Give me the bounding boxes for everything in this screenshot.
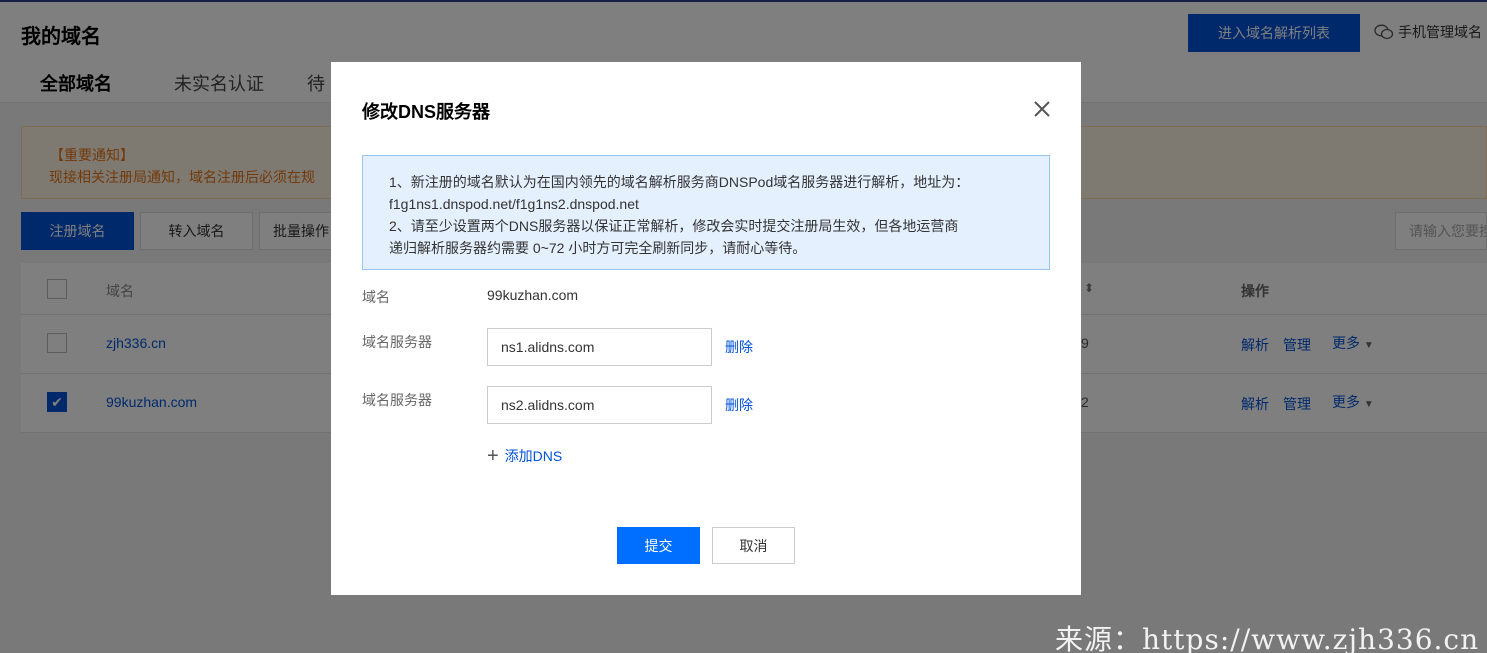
dialog-title: 修改DNS服务器 [362,102,491,122]
source-watermark: 来源：https://www.zjh336.cn [1055,623,1480,653]
nameserver-label: 域名服务器 [362,334,432,350]
dns-info-box: 1、新注册的域名默认为在国内领先的域名解析服务商DNSPod域名服务器进行解析，… [362,155,1050,270]
nameserver-2-input[interactable] [487,386,712,424]
domain-value: 99kuzhan.com [487,287,579,303]
plus-icon: + [487,445,499,467]
close-x-glyph [1034,101,1050,117]
info-line-2: f1g1ns1.dnspod.net/f1g1ns2.dnspod.net [389,196,639,212]
nameserver-1-input[interactable] [487,328,712,366]
delete-nameserver-2-link[interactable]: 删除 [725,395,753,415]
info-line-1: 1、新注册的域名默认为在国内领先的域名解析服务商DNSPod域名服务器进行解析，… [389,174,970,190]
nameserver-label: 域名服务器 [362,392,432,408]
delete-nameserver-1-link[interactable]: 删除 [725,337,753,357]
add-dns-label: 添加DNS [504,448,563,464]
close-icon[interactable] [1029,96,1055,122]
info-line-3: 2、请至少设置两个DNS服务器以保证正常解析，修改会实时提交注册局生效，但各地运… [389,218,959,234]
domain-label: 域名 [362,289,390,305]
modify-dns-dialog: 修改DNS服务器 1、新注册的域名默认为在国内领先的域名解析服务商DNSPod域… [331,62,1081,595]
add-dns-button[interactable]: + 添加DNS [487,446,562,466]
cancel-button[interactable]: 取消 [712,527,795,564]
info-line-4: 递归解析服务器约需要 0~72 小时方可完全刷新同步，请耐心等待。 [389,240,807,256]
submit-button[interactable]: 提交 [617,527,700,564]
